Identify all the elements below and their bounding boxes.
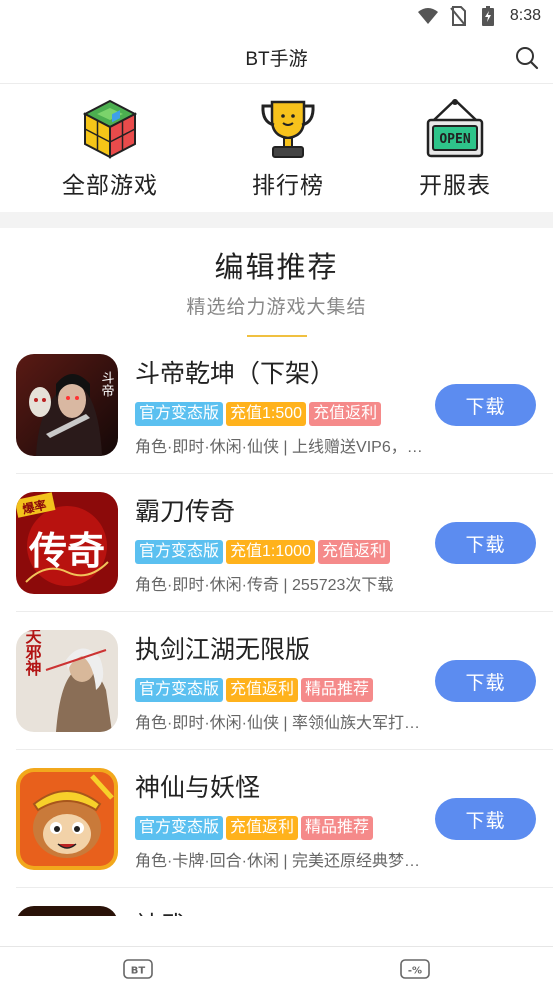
game-description: 角色·即时·休闲·仙侠 | 率领仙族大军打…	[135, 715, 421, 732]
tag-list: 官方变态版 充值返利 精品推荐	[135, 678, 374, 702]
tag-badge: 精品推荐	[301, 678, 374, 702]
game-row[interactable]: 逆天邪神 执剑江湖无限版 官方变态版 充值返利 精品推荐 角色·即时·休闲·仙侠…	[0, 612, 553, 750]
quick-nav-label: 排行榜	[252, 172, 324, 198]
game-row[interactable]: 斗帝 斗帝乾坤（下架） 官方变态版 充值1:500 充值返利 角色·即时·休闲·…	[0, 336, 553, 474]
quick-nav: 全部游戏 排行榜 OPEN 开服表	[0, 84, 553, 212]
game-name: 神仙与妖怪	[135, 774, 261, 802]
game-description: 角色·即时·休闲·仙侠 | 上线赠送VIP6，…	[135, 439, 423, 456]
page-title: BT手游	[245, 49, 308, 70]
download-button[interactable]: 下载	[435, 384, 536, 426]
battery-charging-icon	[478, 6, 498, 26]
game-row[interactable]: 神武	[0, 888, 553, 916]
tag-badge: 官方变态版	[135, 402, 224, 426]
game-name: 执剑江湖无限版	[135, 636, 311, 664]
tag-badge: 官方变态版	[135, 816, 224, 840]
open-sign-text: OPEN	[439, 132, 470, 147]
editor-picks-header: 编辑推荐 精选给力游戏大集结	[0, 236, 553, 337]
quick-nav-server-list[interactable]: OPEN 开服表	[385, 84, 525, 212]
tag-badge: 充值返利	[226, 678, 299, 702]
discount-tab-icon: -%	[400, 959, 430, 979]
game-row[interactable]: 神仙与妖怪 官方变态版 充值返利 精品推荐 角色·卡牌·回合·休闲 | 完美还原…	[0, 750, 553, 888]
section-subtitle: 精选给力游戏大集结	[186, 297, 367, 318]
tag-badge: 充值返利	[317, 540, 390, 564]
status-time: 8:38	[509, 7, 541, 24]
game-icon-text: 逆天邪神	[23, 630, 43, 677]
tab-label: -%	[408, 966, 422, 977]
tag-badge: 官方变态版	[135, 678, 224, 702]
search-icon[interactable]	[513, 44, 541, 72]
trophy-icon	[257, 98, 319, 160]
tag-badge: 充值1:1000	[226, 540, 315, 564]
game-icon[interactable]	[16, 906, 118, 916]
game-row[interactable]: 传奇 爆率 霸刀传奇 官方变态版 充值1:1000 充值返利 角色·即时·休闲·…	[0, 474, 553, 612]
game-name: 神武	[135, 906, 185, 916]
game-icon[interactable]	[16, 768, 118, 870]
game-icon[interactable]: 传奇 爆率	[16, 492, 118, 594]
section-divider	[0, 212, 553, 228]
bottom-tab-bar: BT -%	[0, 946, 553, 983]
game-icon-text: 传奇	[28, 528, 105, 573]
tag-list: 官方变态版 充值1:1000 充值返利	[135, 540, 390, 564]
game-icon[interactable]: 斗帝	[16, 354, 118, 456]
bt-tab-icon: BT	[123, 959, 153, 979]
tag-list: 官方变态版 充值1:500 充值返利	[135, 402, 382, 426]
quick-nav-label: 全部游戏	[62, 172, 158, 198]
game-description: 角色·即时·休闲·传奇 | 255723次下载	[135, 577, 394, 594]
tag-badge: 充值返利	[309, 402, 382, 426]
quick-nav-all-games[interactable]: 全部游戏	[40, 84, 180, 212]
app-header: BT手游	[0, 32, 553, 84]
game-description: 角色·卡牌·回合·休闲 | 完美还原经典梦…	[135, 853, 421, 870]
download-button[interactable]: 下载	[435, 660, 536, 702]
tag-badge: 充值返利	[226, 816, 299, 840]
rubik-cube-icon	[79, 98, 141, 160]
tab-discount[interactable]: -%	[400, 959, 430, 979]
tag-badge: 精品推荐	[301, 816, 374, 840]
tab-bt[interactable]: BT	[123, 959, 153, 979]
game-name: 霸刀传奇	[135, 498, 236, 526]
no-sim-icon	[448, 6, 468, 26]
status-bar: 8:38	[0, 0, 553, 32]
tag-badge: 充值1:500	[226, 402, 307, 426]
quick-nav-label: 开服表	[419, 172, 491, 198]
download-button[interactable]: 下载	[435, 522, 536, 564]
game-name: 斗帝乾坤（下架）	[135, 360, 336, 388]
game-icon[interactable]: 逆天邪神	[16, 630, 118, 732]
open-sign-icon: OPEN	[424, 98, 486, 160]
tag-list: 官方变态版 充值返利 精品推荐	[135, 816, 374, 840]
download-button[interactable]: 下载	[435, 798, 536, 840]
wifi-icon	[417, 6, 438, 26]
section-title: 编辑推荐	[214, 252, 339, 284]
game-icon-text: 斗帝	[99, 371, 115, 397]
quick-nav-ranking[interactable]: 排行榜	[218, 84, 358, 212]
tab-label: BT	[131, 966, 146, 977]
tag-badge: 官方变态版	[135, 540, 224, 564]
game-list: 斗帝 斗帝乾坤（下架） 官方变态版 充值1:500 充值返利 角色·即时·休闲·…	[0, 336, 553, 916]
